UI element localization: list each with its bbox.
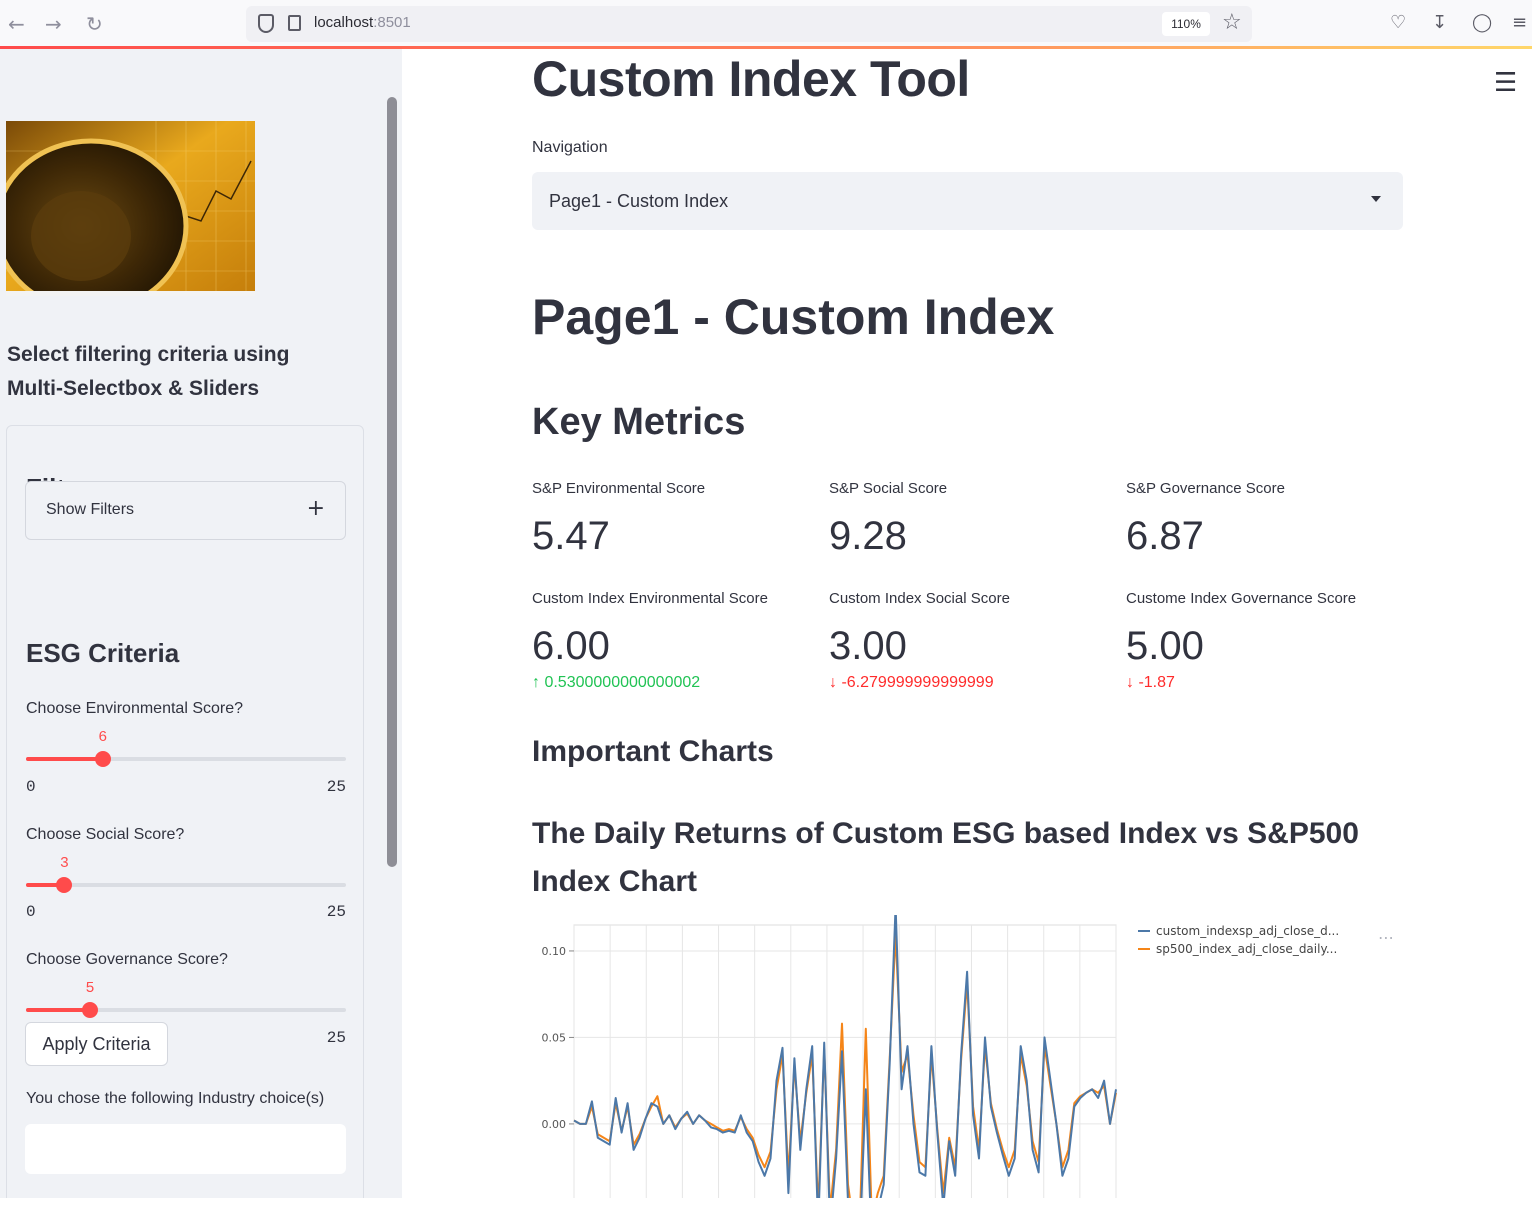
viewport-bottom <box>0 1198 1532 1226</box>
slider-max-label: 25 <box>326 778 346 796</box>
arrow-up-icon: ↑ <box>532 674 545 691</box>
esg-criteria-heading: ESG Criteria <box>26 638 180 668</box>
download-icon[interactable]: ↧ <box>1432 11 1447 35</box>
environmental-slider-label: Choose Environmental Score? <box>26 700 244 717</box>
back-icon[interactable]: ← <box>8 12 25 36</box>
apply-criteria-button[interactable]: Apply Criteria <box>25 1022 168 1066</box>
slider-value: 3 <box>59 855 69 872</box>
slider-fill <box>26 757 103 761</box>
shield-icon[interactable] <box>258 14 274 33</box>
bookmark-star-icon[interactable]: ☆ <box>1222 10 1242 35</box>
sidebar-hero-image <box>6 121 255 296</box>
metric-value: 5.47 <box>532 514 610 558</box>
page-info-icon[interactable] <box>288 15 301 31</box>
key-metrics-heading: Key Metrics <box>532 401 746 443</box>
metric-label: S&P Social Score <box>829 480 948 497</box>
navigation-label: Navigation <box>532 139 608 156</box>
chart-more-options-icon[interactable]: ⋯ <box>1372 928 1400 952</box>
chart-heading: The Daily Returns of Custom ESG based In… <box>532 817 1359 898</box>
slider-value: 5 <box>85 980 95 997</box>
metric-custom-environmental: Custom Index Environmental Score 6.00 ↑ … <box>532 590 822 692</box>
daily-returns-chart-svg: 0.100.050.00−0.05custom_indexsp_adj_clos… <box>542 915 1339 1198</box>
metric-value: 5.00 <box>1126 624 1204 668</box>
zoom-level-badge[interactable]: 110% <box>1162 12 1210 36</box>
slider-max-label: 25 <box>326 903 346 921</box>
social-score-slider[interactable]: 3 <box>26 855 346 893</box>
sidebar-scrollbar[interactable] <box>387 97 397 867</box>
app-menu-icon[interactable]: ≡ <box>1512 11 1527 35</box>
metric-delta: ↓ -6.279999999999999 <box>829 674 994 691</box>
metric-label: S&P Governance Score <box>1126 480 1285 497</box>
governance-slider-label: Choose Governance Score? <box>26 951 228 968</box>
metric-value: 6.00 <box>532 624 610 668</box>
metric-label: Custom Index Environmental Score <box>532 590 768 607</box>
environmental-score-slider[interactable]: 6 <box>26 729 346 767</box>
slider-thumb[interactable] <box>82 1002 98 1018</box>
navigation-select[interactable]: Page1 - Custom Index <box>532 172 1403 230</box>
slider-thumb[interactable] <box>94 751 111 767</box>
legend-label: sp500_index_adj_close_daily... <box>1156 942 1337 956</box>
metric-delta: ↑ 0.5300000000000002 <box>532 674 701 691</box>
account-icon[interactable]: ◯ <box>1472 11 1492 35</box>
metric-sp-environmental: S&P Environmental Score 5.47 <box>532 480 822 558</box>
show-filters-expander[interactable]: Show Filters + <box>25 481 346 540</box>
governance-score-slider[interactable]: 5 <box>26 980 346 1018</box>
plus-icon: + <box>306 496 325 521</box>
forward-icon[interactable]: → <box>45 12 62 36</box>
pocket-icon[interactable]: ♡ <box>1390 11 1406 35</box>
daily-returns-chart[interactable]: 0.100.050.00−0.05custom_indexsp_adj_clos… <box>530 915 1410 1198</box>
sidebar-caption: Select filtering criteria using Multi-Se… <box>7 343 290 400</box>
chevron-down-icon <box>1371 196 1381 202</box>
social-slider-label: Choose Social Score? <box>26 826 185 843</box>
metric-label: Custom Index Social Score <box>829 590 1010 607</box>
metric-value: 9.28 <box>829 514 907 558</box>
slider-value: 6 <box>98 729 108 746</box>
slider-min-label: 0 <box>26 903 36 921</box>
industry-choice-note: You chose the following Industry choice(… <box>26 1090 325 1107</box>
important-charts-heading: Important Charts <box>532 735 774 768</box>
metric-custom-social: Custom Index Social Score 3.00 ↓ -6.2799… <box>829 590 1119 692</box>
metric-value: 3.00 <box>829 624 907 668</box>
slider-fill <box>26 1008 90 1012</box>
metric-label: Custome Index Governance Score <box>1126 590 1357 607</box>
browser-toolbar: ← → ↻ localhost:8501 110% ☆ ♡ ↧ ◯ ≡ <box>0 0 1532 48</box>
metric-label: S&P Environmental Score <box>532 480 706 497</box>
slider-max-label: 25 <box>326 1029 346 1047</box>
page-title: Page1 - Custom Index <box>532 289 1055 345</box>
metric-sp-governance: S&P Governance Score 6.87 <box>1126 480 1416 558</box>
metric-delta: ↓ -1.87 <box>1126 674 1175 691</box>
arrow-down-icon: ↓ <box>1126 674 1139 691</box>
navigation-selected-value: Page1 - Custom Index <box>549 191 729 211</box>
arrow-down-icon: ↓ <box>829 674 842 691</box>
y-tick-label: 0.00 <box>542 1118 567 1131</box>
app-title: Custom Index Tool <box>532 51 970 107</box>
show-filters-label: Show Filters <box>46 501 135 518</box>
industry-multiselect[interactable] <box>25 1124 346 1174</box>
slider-min-label: 0 <box>26 778 36 796</box>
url-bar[interactable]: localhost:8501 110% ☆ <box>246 6 1252 42</box>
metric-custom-governance: Custome Index Governance Score 5.00 ↓ -1… <box>1126 590 1416 692</box>
hamburger-menu-icon[interactable]: ☰ <box>1494 70 1517 96</box>
metric-value: 6.87 <box>1126 514 1204 558</box>
url-text[interactable]: localhost:8501 <box>314 14 411 31</box>
metric-sp-social: S&P Social Score 9.28 <box>829 480 1119 558</box>
y-tick-label: 0.10 <box>542 945 567 958</box>
legend-label: custom_indexsp_adj_close_d... <box>1156 924 1339 938</box>
reload-icon[interactable]: ↻ <box>86 12 103 36</box>
y-tick-label: 0.05 <box>542 1031 567 1044</box>
